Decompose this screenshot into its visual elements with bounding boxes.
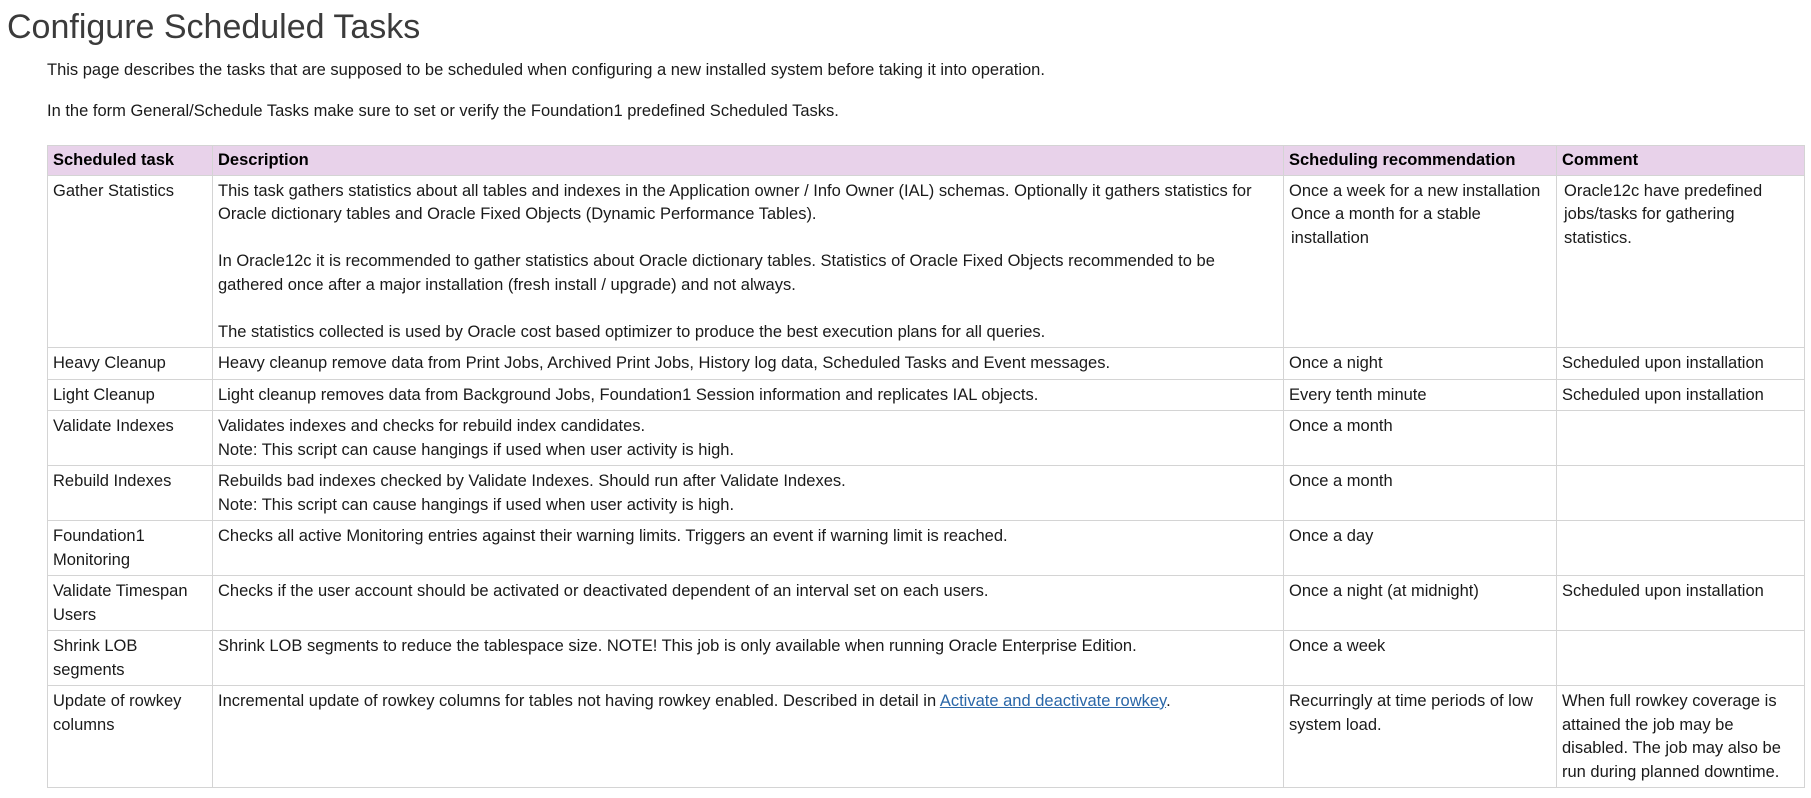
description-cell: Shrink LOB segments to reduce the tables…	[212, 630, 1284, 686]
recommendation-cell: Once a week	[1283, 630, 1557, 686]
intro-paragraph: In the form General/Schedule Tasks make …	[47, 102, 839, 120]
comment-cell: Scheduled upon installation	[1556, 575, 1805, 631]
comment-cell	[1556, 520, 1805, 576]
recommendation-cell: Once a month	[1283, 410, 1557, 466]
description-paragraph: The statistics collected is used by Orac…	[218, 322, 1046, 341]
column-header-comment: Comment	[1556, 145, 1805, 176]
task-cell: Update of rowkey columns	[47, 685, 213, 788]
recommendation-cell: Once a day	[1283, 520, 1557, 576]
table-row: Rebuild Indexes Rebuilds bad indexes che…	[47, 465, 1805, 521]
comment-cell: When full rowkey coverage is attained th…	[1556, 685, 1805, 788]
comment-cell: Scheduled upon installation	[1556, 378, 1805, 411]
recommendation-cell: Once a night	[1283, 347, 1557, 380]
table-row: Update of rowkey columns Incremental upd…	[47, 685, 1805, 788]
comment-cell: Oracle12c have predefined jobs/tasks for…	[1556, 174, 1805, 348]
recommendation-cell: Every tenth minute	[1283, 378, 1557, 411]
comment-cell	[1556, 410, 1805, 466]
recommendation-cell: Once a week for a new installation Once …	[1283, 174, 1557, 348]
scheduled-tasks-table: Scheduled task Description Scheduling re…	[47, 145, 1805, 788]
description-text: .	[1166, 692, 1171, 710]
recommendation-cell: Recurringly at time periods of low syste…	[1283, 685, 1557, 788]
page-title: Configure Scheduled Tasks	[7, 8, 421, 46]
description-cell: Checks all active Monitoring entries aga…	[212, 520, 1284, 576]
recommendation-cell: Once a night (at midnight)	[1283, 575, 1557, 631]
recommendation-cell: Once a month	[1283, 465, 1557, 521]
table-row: Gather Statistics This task gathers stat…	[47, 174, 1805, 348]
task-cell: Gather Statistics	[47, 174, 213, 348]
description-text: Incremental update of rowkey columns for…	[218, 692, 940, 710]
column-header-description: Description	[212, 145, 1284, 176]
description-note: Note: This script can cause hangings if …	[218, 440, 735, 459]
recommendation-line: Once a month for a stable installation	[1291, 205, 1481, 247]
description-paragraph: In Oracle12c it is recommended to gather…	[218, 252, 1215, 294]
table-row: Foundation1 Monitoring Checks all active…	[47, 520, 1805, 576]
description-cell: Light cleanup removes data from Backgrou…	[212, 378, 1284, 411]
comment-cell	[1556, 465, 1805, 521]
description-cell: Heavy cleanup remove data from Print Job…	[212, 347, 1284, 380]
comment-cell: Scheduled upon installation	[1556, 347, 1805, 380]
activate-deactivate-rowkey-link[interactable]: Activate and deactivate rowkey	[940, 692, 1166, 710]
task-cell: Shrink LOB segments	[47, 630, 213, 686]
task-cell: Light Cleanup	[47, 378, 213, 411]
task-cell: Rebuild Indexes	[47, 465, 213, 521]
description-paragraph: Rebuilds bad indexes checked by Validate…	[218, 472, 846, 490]
task-cell: Validate Timespan Users	[47, 575, 213, 631]
table-row: Validate Indexes Validates indexes and c…	[47, 410, 1805, 466]
recommendation-line: Once a week for a new installation	[1289, 181, 1541, 200]
description-cell: Rebuilds bad indexes checked by Validate…	[212, 465, 1284, 521]
intro-paragraph: This page describes the tasks that are s…	[47, 61, 1045, 79]
task-cell: Foundation1 Monitoring	[47, 520, 213, 576]
column-header-recommendation: Scheduling recommendation	[1283, 145, 1557, 176]
table-row: Shrink LOB segments Shrink LOB segments …	[47, 630, 1805, 686]
task-cell: Heavy Cleanup	[47, 347, 213, 380]
table-row: Light Cleanup Light cleanup removes data…	[47, 378, 1805, 411]
description-cell: This task gathers statistics about all t…	[212, 174, 1284, 348]
description-cell: Validates indexes and checks for rebuild…	[212, 410, 1284, 466]
description-cell: Checks if the user account should be act…	[212, 575, 1284, 631]
description-paragraph: This task gathers statistics about all t…	[218, 181, 1252, 224]
description-cell: Incremental update of rowkey columns for…	[212, 685, 1284, 788]
column-header-task: Scheduled task	[47, 145, 213, 176]
description-paragraph: Validates indexes and checks for rebuild…	[218, 417, 646, 435]
table-header-row: Scheduled task Description Scheduling re…	[47, 145, 1805, 176]
table-row: Heavy Cleanup Heavy cleanup remove data …	[47, 347, 1805, 380]
comment-cell	[1556, 630, 1805, 686]
description-note: Note: This script can cause hangings if …	[218, 495, 735, 514]
task-cell: Validate Indexes	[47, 410, 213, 466]
table-row: Validate Timespan Users Checks if the us…	[47, 575, 1805, 631]
